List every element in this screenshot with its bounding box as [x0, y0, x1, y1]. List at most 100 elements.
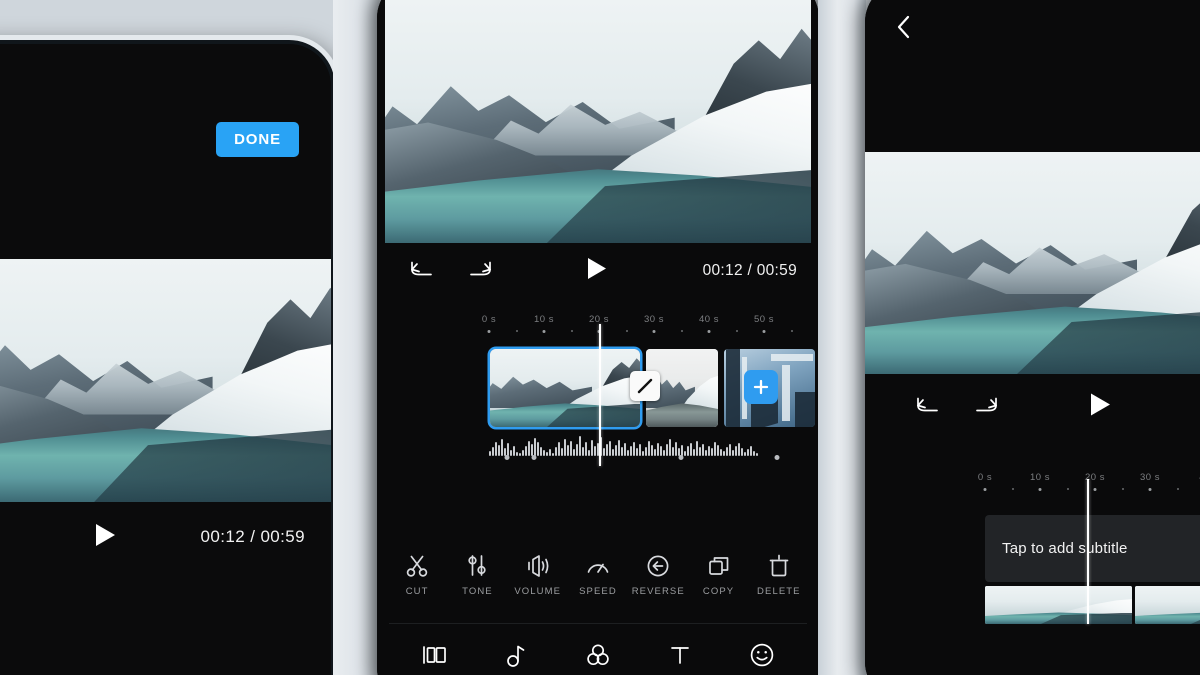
- strip-thumb[interactable]: [985, 586, 1132, 624]
- waveform-bar: [669, 439, 671, 456]
- waveform-bar: [696, 441, 698, 456]
- waveform-bar: [579, 436, 581, 456]
- ruler-tick-dot: [680, 330, 683, 332]
- tool-label: SPEED: [579, 586, 617, 597]
- ruler-tick-dot: [652, 330, 656, 333]
- left-video-preview[interactable]: [0, 259, 331, 502]
- ruler-tick-dot: [570, 330, 573, 332]
- waveform-marker-dot[interactable]: [531, 455, 537, 460]
- ruler-tick-dot: [1093, 488, 1097, 491]
- ruler-tick-dot: [1121, 488, 1124, 490]
- ruler-tick-label: 40 s: [699, 314, 719, 325]
- clip-tool-row: CUT TONE VOLUME SPEED REVERSE COPY DELET…: [377, 553, 819, 615]
- waveform-bar: [675, 442, 677, 456]
- ruler-tick-label: 0 s: [977, 472, 993, 483]
- tool-label: TONE: [462, 586, 493, 597]
- nav-smiley-icon[interactable]: [739, 635, 785, 675]
- ruler-tick-label: 10 s: [1030, 472, 1050, 483]
- tool-copy[interactable]: COPY: [690, 553, 748, 597]
- subtitle-prompt-label: Tap to add subtitle: [1002, 540, 1128, 557]
- tool-label: REVERSE: [631, 586, 685, 597]
- toolbar-divider: [389, 623, 807, 624]
- ruler-tick-dot: [707, 330, 711, 333]
- right-timeline-ruler: 0 s10 s20 s30 s40: [865, 472, 1200, 498]
- device-bezel-gap-left: [333, 0, 379, 675]
- ruler-tick-dot: [762, 330, 766, 333]
- redo-icon[interactable]: [973, 395, 999, 420]
- nav-filter-circles-icon[interactable]: [575, 635, 621, 675]
- waveform-bar: [564, 439, 566, 456]
- timeline-clip-1[interactable]: [490, 349, 640, 427]
- waveform-marker-dot[interactable]: [678, 455, 684, 460]
- center-timeline-track[interactable]: [377, 349, 819, 427]
- ruler-tick-dot: [1176, 488, 1179, 490]
- ruler-tick-dot: [983, 488, 987, 491]
- waveform-bar: [618, 440, 620, 456]
- transition-icon[interactable]: [630, 371, 660, 401]
- waveform-marker-dot[interactable]: [774, 455, 780, 460]
- subtitle-placeholder-panel[interactable]: Tap to add subtitle: [985, 515, 1200, 582]
- waveform-bar: [609, 441, 611, 456]
- chevron-left-icon[interactable]: [893, 14, 915, 45]
- waveform-markers: [489, 455, 817, 465]
- screenshot-stage: DONE 00:12 / 00:59 00:12 / 00:59 0 s 10 …: [0, 0, 1200, 675]
- tool-tone[interactable]: TONE: [448, 553, 506, 597]
- ruler-tick-dot: [1066, 488, 1069, 490]
- bottom-nav-bar: [377, 626, 819, 675]
- center-playback-controls: 00:12 / 00:59: [377, 243, 819, 299]
- timeline-playhead[interactable]: [599, 324, 601, 466]
- waveform-bar: [528, 441, 530, 456]
- urban-rail: [771, 353, 814, 361]
- waveform-bar: [537, 442, 539, 456]
- play-icon[interactable]: [1089, 393, 1111, 422]
- ruler-tick-dot: [735, 330, 738, 332]
- tool-label: COPY: [702, 586, 735, 597]
- tool-label: CUT: [405, 586, 429, 597]
- waveform-bar: [558, 442, 560, 456]
- waveform-bar: [633, 442, 635, 456]
- waveform-bar: [570, 441, 572, 456]
- phone-left-device: DONE 00:12 / 00:59: [0, 40, 335, 675]
- play-icon[interactable]: [586, 257, 607, 285]
- device-bezel-gap-right: [818, 0, 866, 675]
- strip-thumb[interactable]: [1135, 586, 1200, 624]
- waveform-bar: [501, 439, 503, 456]
- waveform-bar: [534, 438, 536, 456]
- undo-icon[interactable]: [915, 395, 941, 420]
- undo-icon[interactable]: [409, 259, 435, 284]
- ruler-tick-dot: [515, 330, 518, 332]
- center-timeline-ruler: 0 s 10 s 20 s 30 s 40 s 50 s: [377, 314, 819, 340]
- tool-volume[interactable]: VOLUME: [509, 553, 567, 597]
- left-playback-controls: 00:12 / 00:59: [0, 502, 331, 572]
- tool-delete[interactable]: DELETE: [750, 553, 808, 597]
- nav-edit-clip-icon[interactable]: [411, 635, 457, 675]
- phone-right-screen: 0 s10 s20 s30 s40 Tap to add subtitle: [865, 0, 1200, 675]
- center-time-display: 00:12 / 00:59: [702, 262, 797, 279]
- phone-right-device: 0 s10 s20 s30 s40 Tap to add subtitle: [865, 0, 1200, 675]
- ruler-tick-label: 0 s: [481, 314, 497, 325]
- play-icon[interactable]: [94, 523, 116, 552]
- waveform-bar: [714, 442, 716, 456]
- waveform-marker-dot[interactable]: [504, 455, 510, 460]
- phone-center-device: 00:12 / 00:59 0 s 10 s 20 s 30 s 40 s 50 s: [377, 0, 819, 675]
- audio-waveform[interactable]: [489, 430, 817, 456]
- right-timeline-strip[interactable]: [985, 586, 1200, 624]
- nav-music-note-icon[interactable]: [493, 635, 539, 675]
- waveform-bar: [648, 441, 650, 456]
- ruler-tick-dot: [625, 330, 628, 332]
- done-button[interactable]: DONE: [216, 122, 299, 157]
- right-video-preview[interactable]: [865, 152, 1200, 374]
- strip-thumbnail-art: [985, 586, 1132, 624]
- redo-icon[interactable]: [467, 259, 493, 284]
- tool-speed[interactable]: SPEED: [569, 553, 627, 597]
- urban-pillar: [725, 349, 741, 427]
- center-video-preview[interactable]: [385, 0, 811, 243]
- tool-cut[interactable]: CUT: [388, 553, 446, 597]
- waveform-bar: [591, 440, 593, 456]
- add-clip-button[interactable]: [744, 370, 778, 404]
- ruler-tick-label: 10 s: [534, 314, 554, 325]
- tool-reverse[interactable]: REVERSE: [629, 553, 687, 597]
- urban-column: [782, 364, 790, 421]
- timeline-playhead[interactable]: [1087, 479, 1089, 624]
- nav-text-t-icon[interactable]: [657, 635, 703, 675]
